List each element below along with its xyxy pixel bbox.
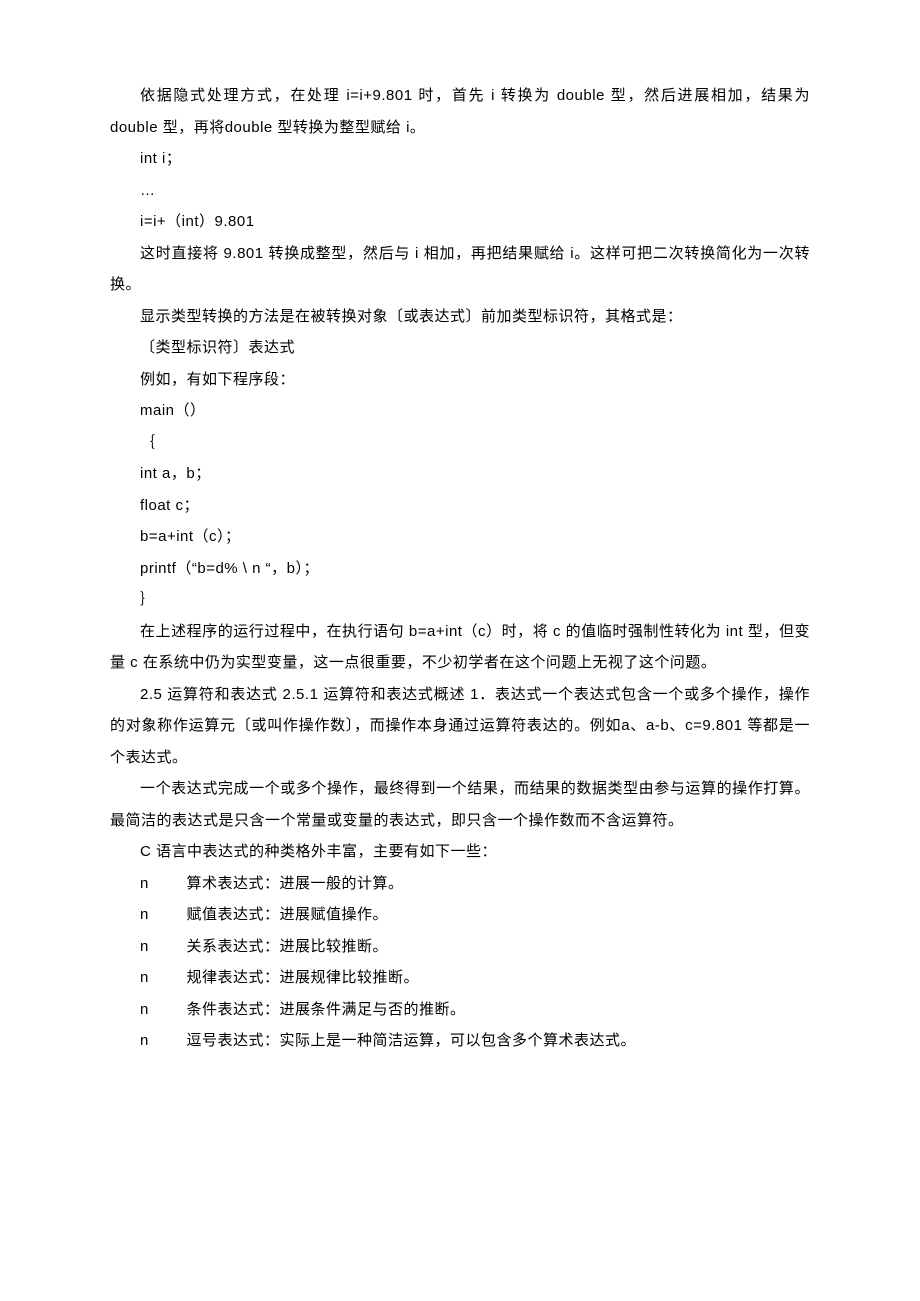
list-item: n逗号表达式：实际上是一种简洁运算，可以包含多个算术表达式。 bbox=[110, 1025, 810, 1057]
list-item: n规律表达式：进展规律比较推断。 bbox=[110, 962, 810, 994]
bullet-icon: n bbox=[140, 1025, 187, 1057]
code-brace-open: ｛ bbox=[110, 427, 810, 459]
code-ellipsis: … bbox=[110, 175, 810, 207]
code-main: main（） bbox=[110, 395, 810, 427]
bullet-icon: n bbox=[140, 899, 187, 931]
list-item-text: 关系表达式：进展比较推断。 bbox=[187, 938, 389, 955]
list-item: n赋值表达式：进展赋值操作。 bbox=[110, 899, 810, 931]
bullet-icon: n bbox=[140, 962, 187, 994]
paragraph-direct-cast: 这时直接将 9.801 转换成整型，然后与 i 相加，再把结果赋给 i。这样可把… bbox=[110, 238, 810, 301]
list-item: n关系表达式：进展比较推断。 bbox=[110, 931, 810, 963]
code-b-assign: b=a+int（c）； bbox=[110, 521, 810, 553]
list-item-text: 条件表达式：进展条件满足与否的推断。 bbox=[187, 1001, 466, 1018]
list-item-text: 赋值表达式：进展赋值操作。 bbox=[187, 906, 389, 923]
paragraph-run-explain: 在上述程序的运行过程中，在执行语句 b=a+int（c）时，将 c 的值临时强制… bbox=[110, 616, 810, 679]
list-item-text: 规律表达式：进展规律比较推断。 bbox=[187, 969, 420, 986]
paragraph-expr-types-intro: C 语言中表达式的种类格外丰富，主要有如下一些： bbox=[110, 836, 810, 868]
code-cast-format: 〔类型标识符〕表达式 bbox=[110, 332, 810, 364]
list-item: n条件表达式：进展条件满足与否的推断。 bbox=[110, 994, 810, 1026]
code-float-c: float c； bbox=[110, 490, 810, 522]
code-int-i: int i； bbox=[110, 143, 810, 175]
paragraph-section-2-5: 2.5 运算符和表达式 2.5.1 运算符和表达式概述 1．表达式一个表达式包含… bbox=[110, 679, 810, 774]
paragraph-implicit-conversion: 依据隐式处理方式，在处理 i=i+9.801 时，首先 i 转换为 double… bbox=[110, 80, 810, 143]
bullet-icon: n bbox=[140, 994, 187, 1026]
code-int-ab: int a，b； bbox=[110, 458, 810, 490]
paragraph-cast-format: 显示类型转换的方法是在被转换对象〔或表达式〕前加类型标识符，其格式是： bbox=[110, 301, 810, 333]
list-item-text: 逗号表达式：实际上是一种简洁运算，可以包含多个算术表达式。 bbox=[187, 1032, 637, 1049]
paragraph-example-intro: 例如，有如下程序段： bbox=[110, 364, 810, 396]
list-item-text: 算术表达式：进展一般的计算。 bbox=[187, 875, 404, 892]
code-cast-expr: i=i+（int）9.801 bbox=[110, 206, 810, 238]
paragraph-expr-result: 一个表达式完成一个或多个操作，最终得到一个结果，而结果的数据类型由参与运算的操作… bbox=[110, 773, 810, 836]
bullet-icon: n bbox=[140, 931, 187, 963]
code-printf: printf（“b=d% \ n “，b）； bbox=[110, 553, 810, 585]
bullet-icon: n bbox=[140, 868, 187, 900]
code-brace-close: ｝ bbox=[110, 584, 810, 616]
list-item: n算术表达式：进展一般的计算。 bbox=[110, 868, 810, 900]
